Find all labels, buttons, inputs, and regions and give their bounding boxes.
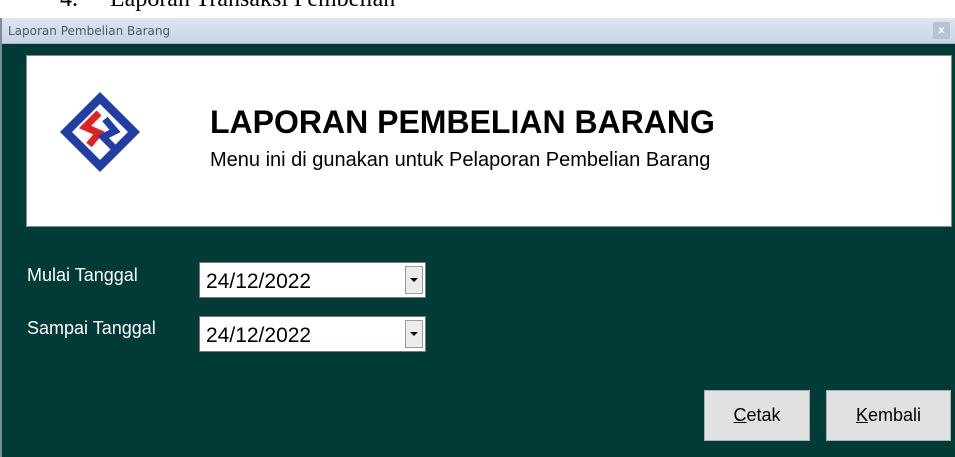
chevron-down-icon: [410, 332, 418, 336]
company-logo-icon: [60, 92, 140, 172]
start-date-label: Mulai Tanggal: [27, 265, 138, 285]
start-date-dropdown-button[interactable]: [405, 266, 423, 294]
title-bar[interactable]: Laporan Pembelian Barang x: [2, 18, 955, 44]
back-button-label: embali: [867, 405, 922, 425]
print-button-label: etak: [746, 405, 781, 425]
close-button[interactable]: x: [933, 22, 950, 39]
chevron-down-icon: [410, 278, 418, 282]
header-panel: LAPORAN PEMBELIAN BARANG Menu ini di gun…: [26, 55, 952, 227]
print-button-accelerator: C: [733, 405, 747, 425]
window-title: Laporan Pembelian Barang: [8, 24, 171, 38]
print-button[interactable]: Cetak: [704, 390, 810, 441]
back-button-accelerator: K: [855, 405, 868, 425]
back-button[interactable]: Kembali: [826, 390, 951, 441]
caption-number: 4.: [60, 0, 110, 13]
end-date-dropdown-button[interactable]: [405, 320, 423, 348]
end-date-label: Sampai Tanggal: [27, 318, 156, 338]
end-date-picker[interactable]: 24/12/2022: [199, 316, 426, 352]
header-subtitle: Menu ini di gunakan untuk Pelaporan Pemb…: [210, 149, 711, 171]
start-date-value[interactable]: 24/12/2022: [206, 270, 311, 294]
end-date-value[interactable]: 24/12/2022: [206, 324, 311, 348]
report-window: Laporan Pembelian Barang x LAPORAN PEMBE…: [0, 18, 955, 457]
header-title: LAPORAN PEMBELIAN BARANG: [210, 104, 715, 140]
document-caption: 4.Laporan Transaksi Pembelian: [60, 0, 395, 13]
caption-text: Laporan Transaksi Pembelian: [110, 0, 395, 12]
start-date-picker[interactable]: 24/12/2022: [199, 262, 426, 298]
